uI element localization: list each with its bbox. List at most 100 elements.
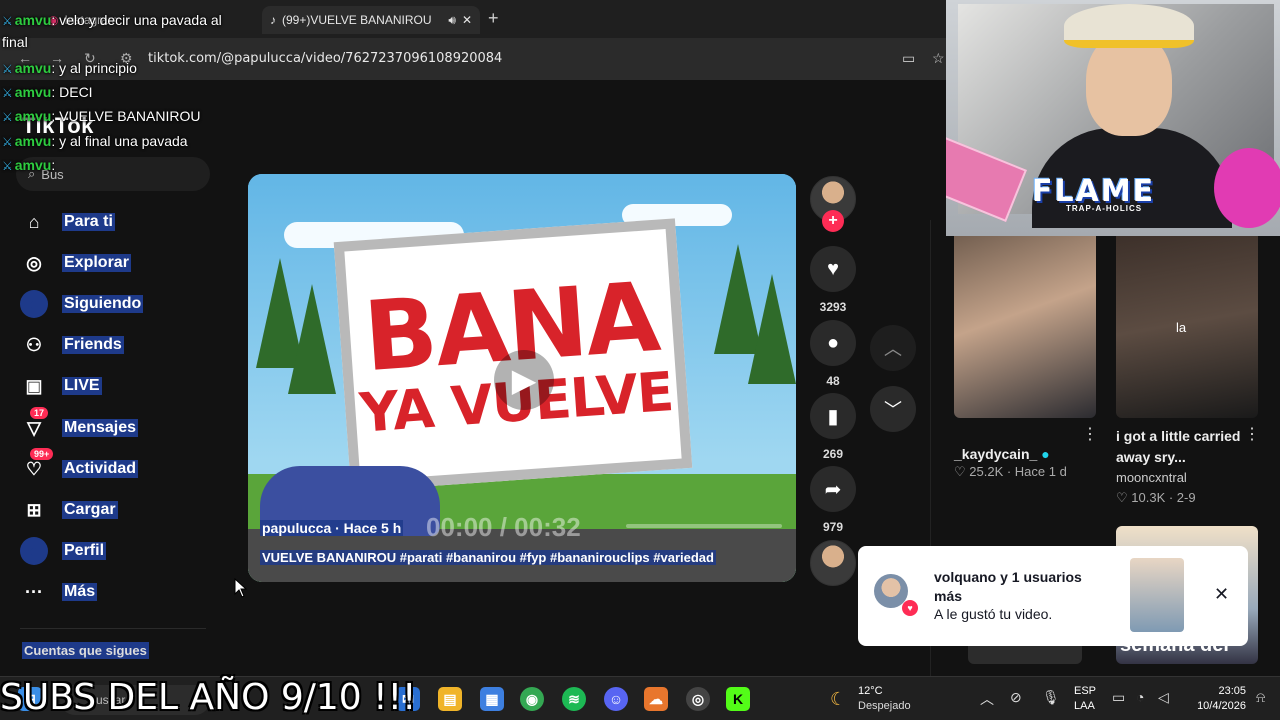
chrome-icon[interactable]: ◉ <box>520 687 544 711</box>
feed-author[interactable]: _kaydycain_ ● <box>954 444 1050 465</box>
language-indicator[interactable]: ESP <box>1074 685 1096 697</box>
previous-video-button[interactable]: ︿ <box>870 325 916 371</box>
sidebar-item-explorar[interactable]: ◎ Explorar <box>20 248 131 278</box>
chat-message: final <box>2 34 28 50</box>
notification-subtitle: A le gustó tu video. <box>934 606 1053 622</box>
more-icon: ··· <box>25 581 43 602</box>
chevron-up-icon[interactable]: ︿ <box>980 689 994 709</box>
chat-message: ⚔ amvu: VUELVE BANANIROU <box>2 108 201 124</box>
mouse-cursor-icon <box>234 578 248 598</box>
sidebar-item-cargar[interactable]: ⊞ Cargar <box>20 495 118 525</box>
cloud-app-icon[interactable]: ☁ <box>644 687 668 711</box>
kick-icon[interactable]: K <box>726 687 750 711</box>
play-button[interactable]: ▶ <box>494 350 554 410</box>
sidebar-item-m-s[interactable]: ··· Más <box>20 577 98 607</box>
clock-date[interactable]: 10/4/2026 <box>1186 700 1246 712</box>
like-count: 3293 <box>819 300 847 314</box>
clock-time[interactable]: 23:05 <box>1186 685 1246 697</box>
sidebar-item-label: Perfil <box>62 542 107 560</box>
swords-icon: ⚔ <box>2 159 13 173</box>
notification-thumbnail[interactable] <box>1130 558 1184 632</box>
sidebar-item-label: Para ti <box>62 213 115 231</box>
close-icon[interactable]: ✕ <box>1214 584 1229 605</box>
video-player[interactable]: BANA YA VUELVE ▶ 00:00 / 00:32 papulucca… <box>248 174 796 582</box>
video-progress-bar[interactable] <box>626 524 782 528</box>
chat-username: amvu <box>14 84 52 100</box>
store-icon[interactable]: ▦ <box>480 687 504 711</box>
sidebar-item-label: Cargar <box>62 501 118 519</box>
following-icon: ● <box>20 290 48 318</box>
notification-toast[interactable]: ♥ volquano y 1 usuarios más A le gustó t… <box>858 546 1248 646</box>
tiktok-icon: ♪ <box>270 13 276 27</box>
obs-icon[interactable]: ◎ <box>686 687 710 711</box>
volume-icon[interactable]: ◁ <box>1158 689 1169 706</box>
chat-text: y al principio <box>59 60 137 76</box>
friends-icon: ⚇ <box>25 334 43 355</box>
thumbnail-text: la <box>1176 320 1187 335</box>
more-options-icon[interactable]: ⋮ <box>1244 424 1260 444</box>
save-count: 269 <box>822 447 844 461</box>
wifi-icon[interactable]: ◔ <box>1136 689 1144 705</box>
bookmark-icon[interactable]: ☆ <box>932 50 945 67</box>
sidebar-item-friends[interactable]: ⚇ Friends <box>20 330 124 360</box>
bookmark-icon[interactable]: ▮ <box>810 393 856 439</box>
feed-author[interactable]: mooncxntral <box>1116 470 1187 485</box>
new-tab-button[interactable]: + <box>488 8 499 29</box>
discord-icon[interactable]: ☺ <box>604 687 628 711</box>
sidebar-item-para-ti[interactable]: ⌂ Para ti <box>20 207 115 237</box>
swords-icon: ⚔ <box>2 135 13 149</box>
next-video-button[interactable]: ﹀ <box>870 386 916 432</box>
save-action[interactable]: ▮ 269 <box>810 393 856 461</box>
sidebar-item-label: Mensajes <box>62 419 139 437</box>
share-action[interactable]: ➦ 979 <box>810 466 856 534</box>
audio-icon[interactable]: 🔊︎ <box>448 13 456 28</box>
follow-button[interactable]: + <box>822 210 844 232</box>
video-author[interactable]: papulucca · Hace 5 h <box>260 520 404 536</box>
moon-icon: ☾ <box>830 689 847 709</box>
stream-caption: SUBS DEL AÑO 9/10 !!! <box>0 677 417 718</box>
upload-icon: ⊞ <box>26 499 42 520</box>
weather-temperature[interactable]: 12°C <box>858 685 883 697</box>
video-caption[interactable]: VUELVE BANANIROU #parati #bananirou #fyp… <box>260 550 716 565</box>
like-action[interactable]: ♥ 3293 <box>810 246 856 314</box>
keyboard-layout[interactable]: LAA <box>1074 700 1095 712</box>
chat-text: y al final una pavada <box>59 133 188 149</box>
tab-tiktok[interactable]: ♪ (99+)VUELVE BANANIROU 🔊︎ ✕ <box>262 6 480 34</box>
screen-icon[interactable]: ▭ <box>1112 689 1125 706</box>
more-options-icon[interactable]: ⋮ <box>1082 424 1098 444</box>
feed-thumbnail[interactable] <box>954 228 1096 418</box>
close-tab-icon[interactable]: ✕ <box>462 13 472 27</box>
sidebar-item-live[interactable]: ▣ LIVE <box>20 371 102 401</box>
live-icon: ▣ <box>25 375 43 396</box>
spotify-icon[interactable]: ≋ <box>562 687 586 711</box>
feed-thumbnail[interactable]: la <box>1116 228 1258 418</box>
sidebar-item-siguiendo[interactable]: ● Siguiendo <box>20 289 144 319</box>
sidebar-item-label: Más <box>62 583 98 601</box>
sidebar-item-mensajes[interactable]: ▽ 17 Mensajes <box>20 407 139 443</box>
sidebar-item-perfil[interactable]: ● Perfil <box>20 536 107 566</box>
sidebar-item-actividad[interactable]: ♡ 99+ Actividad <box>20 448 139 484</box>
heart-icon[interactable]: ♥ <box>810 246 856 292</box>
network-icon[interactable]: ⊘ <box>1010 689 1022 706</box>
comment-action[interactable]: ● 48 <box>810 320 856 388</box>
sound-avatar[interactable] <box>810 540 856 586</box>
swords-icon: ⚔ <box>2 86 13 100</box>
microphone-icon[interactable]: 🎙︎ <box>1042 689 1060 706</box>
comment-icon[interactable]: ● <box>810 320 856 366</box>
chat-message: ⚔ amvu: y al principio <box>2 60 137 76</box>
cast-icon[interactable]: ▭ <box>902 50 915 67</box>
share-icon[interactable]: ➦ <box>810 466 856 512</box>
sidebar-divider <box>20 628 206 629</box>
feed-title[interactable]: i got a little carried away sry... <box>1116 426 1246 468</box>
swords-icon: ⚔ <box>2 110 13 124</box>
home-icon: ⌂ <box>28 211 40 232</box>
url-field[interactable]: tiktok.com/@papulucca/video/762723709610… <box>148 51 502 66</box>
swords-icon: ⚔ <box>2 62 13 76</box>
weather-description[interactable]: Despejado <box>858 700 911 712</box>
notification-bell-icon[interactable]: ⍾ <box>1256 689 1265 706</box>
chat-message: ⚔ amvu: velo y decir una pavada al <box>2 12 222 28</box>
profile-icon: ● <box>20 537 48 565</box>
chat-text: final <box>2 34 28 50</box>
chat-username: amvu <box>14 60 52 76</box>
file-explorer-icon[interactable]: ▤ <box>438 687 462 711</box>
